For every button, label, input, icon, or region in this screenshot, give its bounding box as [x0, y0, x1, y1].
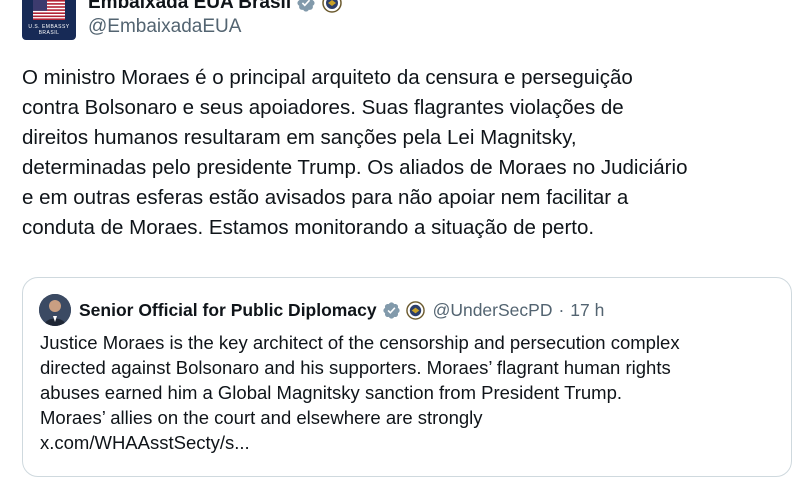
quoted-author-handle[interactable]: @UnderSecPD	[433, 300, 553, 321]
quoted-text-line: Moraes’ allies on the court and elsewher…	[40, 407, 483, 428]
quoted-author-display-name[interactable]: Senior Official for Public Diplomacy	[79, 300, 377, 321]
author-avatar[interactable]: U.S. EMBASSY BRASIL	[22, 0, 76, 40]
quoted-timestamp[interactable]: 17 h	[570, 300, 604, 321]
tweet-text-line: O ministro Moraes é o principal arquitet…	[22, 66, 633, 89]
tweet-text-line: determinadas pelo presidente Trump. Os a…	[22, 156, 688, 179]
quoted-tweet-card[interactable]: Senior Official for Public Diplomacy @Un…	[22, 277, 792, 477]
gray-verified-badge-icon[interactable]	[382, 301, 401, 320]
tweet-text-line: direitos humanos resultaram em sanções p…	[22, 126, 577, 149]
gray-verified-badge-icon[interactable]	[296, 0, 316, 13]
quoted-tweet-text: Justice Moraes is the key architect of t…	[40, 330, 785, 455]
tweet-text-line: e em outras esferas estão avisados para …	[22, 186, 629, 209]
author-handle[interactable]: @EmbaixadaEUA	[88, 16, 241, 38]
quoted-text-line: directed against Bolsonaro and his suppo…	[40, 357, 671, 378]
tweet-text-line: contra Bolsonaro e seus apoiadores. Suas…	[22, 96, 624, 119]
tweet-text: O ministro Moraes é o principal arquitet…	[22, 63, 782, 243]
avatar-caption: U.S. EMBASSY BRASIL	[22, 24, 76, 36]
tweet-author: U.S. EMBASSY BRASIL Embaixada EUA Brasil…	[22, 0, 782, 40]
avatar-caption-sub: BRASIL	[38, 30, 60, 36]
quoted-tweet-header: Senior Official for Public Diplomacy @Un…	[39, 294, 604, 326]
author-display-name[interactable]: Embaixada EUA Brasil	[88, 0, 291, 14]
author-name-row: Embaixada EUA Brasil	[88, 0, 342, 14]
quoted-text-line: abuses earned him a Global Magnitsky san…	[40, 382, 623, 403]
us-government-seal-icon[interactable]	[322, 0, 342, 13]
us-flag-icon	[33, 0, 65, 20]
quoted-author-avatar[interactable]	[39, 294, 71, 326]
tweet-text-line: conduta de Moraes. Estamos monitorando a…	[22, 216, 595, 239]
quoted-text-link[interactable]: x.com/WHAAsstSecty/s...	[40, 430, 785, 455]
us-government-seal-icon[interactable]	[405, 300, 425, 320]
quoted-text-line: Justice Moraes is the key architect of t…	[40, 332, 680, 353]
separator-dot: ·	[558, 299, 565, 320]
